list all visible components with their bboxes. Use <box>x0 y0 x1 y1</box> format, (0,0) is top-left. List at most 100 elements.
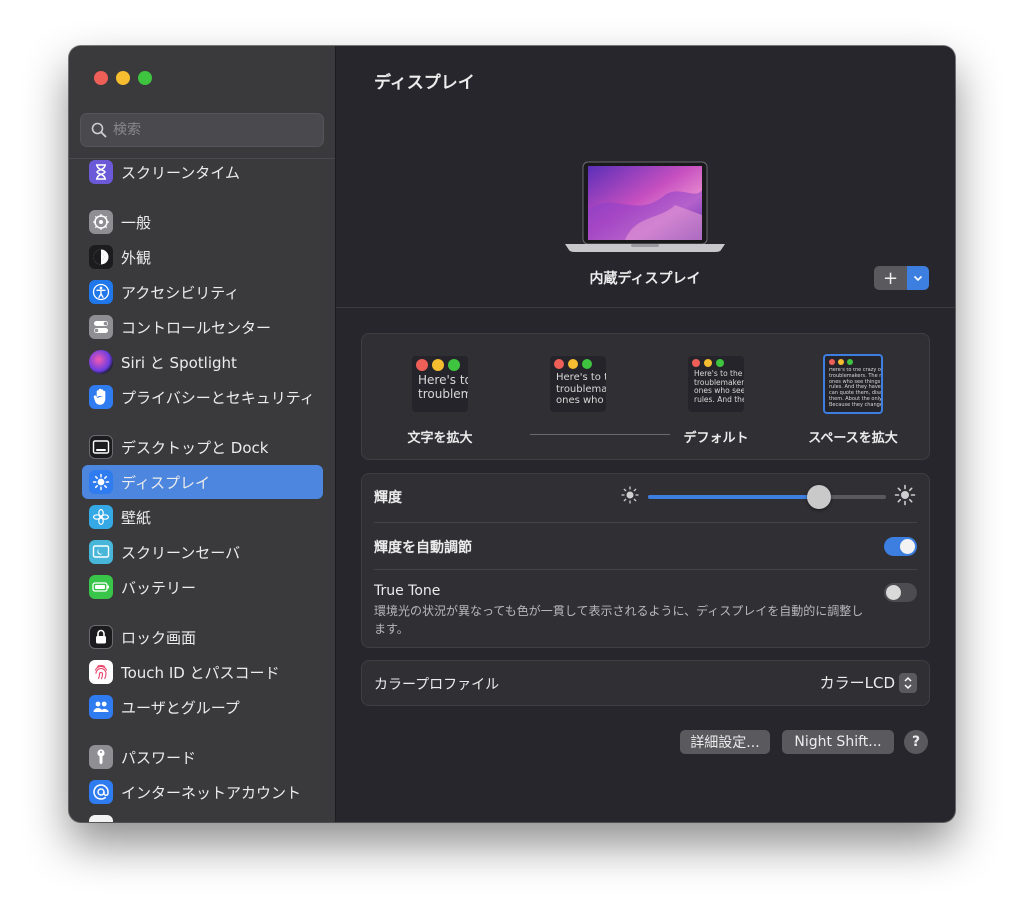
color-profile-label: カラープロファイル <box>374 677 500 693</box>
brightness-slider-fill <box>648 495 820 499</box>
row-divider <box>374 569 917 570</box>
resolution-option-default[interactable]: Here's to the cr troublemakers. ones who… <box>646 334 786 460</box>
hourglass-icon <box>89 160 113 184</box>
sidebar-item-lock-screen[interactable]: ロック画面 <box>82 620 323 654</box>
chevron-down-icon[interactable] <box>907 266 929 290</box>
screensaver-icon <box>89 540 113 564</box>
preview-text: Here's to t troublema ones who <box>556 372 606 406</box>
preview-text: Here's to the crazy one troublemakers. T… <box>829 368 881 408</box>
fingerprint-icon <box>89 660 113 684</box>
sidebar-item-screen-saver[interactable]: スクリーンセーバ <box>82 535 323 569</box>
section-divider <box>336 307 955 308</box>
brightness-slider[interactable] <box>648 485 886 509</box>
sidebar-item-privacy-security[interactable]: プライバシーとセキュリティ <box>82 380 323 414</box>
brightness-slider-thumb[interactable] <box>807 485 832 509</box>
add-display-button[interactable]: + <box>874 266 929 290</box>
search-field[interactable] <box>80 113 324 147</box>
control-center-icon <box>89 315 113 339</box>
main-pane: ディスプレイ 内蔵ディスプレイ + Here's t troublem 文字を拡… <box>336 46 955 822</box>
resolution-option-more-space[interactable]: Here's to the crazy one troublemakers. T… <box>783 334 923 460</box>
sidebar-item-general[interactable]: 一般 <box>82 205 323 239</box>
resolution-preview: Here's to the cr troublemakers. ones who… <box>688 356 744 412</box>
auto-brightness-label: 輝度を自動調節 <box>374 540 472 556</box>
sidebar-item-appearance[interactable]: 外観 <box>82 240 323 274</box>
auto-brightness-toggle[interactable] <box>884 537 917 556</box>
sidebar-item-siri-spotlight[interactable]: Siri と Spotlight <box>82 345 323 379</box>
sidebar-item-label: コントロールセンター <box>121 318 272 337</box>
users-icon <box>89 695 113 719</box>
hand-icon <box>89 385 113 409</box>
sidebar-item-label: ユーザとグループ <box>121 698 240 717</box>
close-button[interactable] <box>94 71 108 85</box>
sidebar-item-label: ロック画面 <box>121 628 197 647</box>
display-name: 内蔵ディスプレイ <box>589 271 701 287</box>
search-input[interactable] <box>113 122 313 138</box>
sidebar-item-label: スクリーンタイム <box>121 163 240 182</box>
advanced-button[interactable]: 詳細設定... <box>680 730 770 754</box>
true-tone-label: True Tone <box>374 583 441 599</box>
sidebar-item-label: インターネットアカウント <box>121 783 302 802</box>
sidebar-item-label: デスクトップと Dock <box>121 438 269 457</box>
sun-large-icon <box>894 484 916 510</box>
resolution-option-2[interactable]: Here's to t troublema ones who <box>508 334 670 460</box>
up-down-chevron-icon <box>899 672 917 693</box>
sidebar-item-touch-id-passcode[interactable]: Touch ID とパスコード <box>82 655 323 689</box>
sidebar-item-battery[interactable]: バッテリー <box>82 570 323 604</box>
laptop-illustration <box>565 160 725 256</box>
sun-small-icon <box>620 485 640 509</box>
resolution-preview: Here's to t troublema ones who <box>550 356 606 412</box>
at-icon <box>89 780 113 804</box>
sidebar-item-label: ディスプレイ <box>121 473 210 492</box>
preview-text: Here's to troublem <box>418 374 468 401</box>
sidebar-item-screen-time[interactable]: スクリーンタイム <box>82 158 323 189</box>
sidebar-item-accessibility[interactable]: アクセシビリティ <box>82 275 323 309</box>
window-controls <box>94 71 152 85</box>
resolution-preview: Here's to the crazy one troublemakers. T… <box>823 354 883 414</box>
sidebar-item-wallpaper[interactable]: 壁紙 <box>82 500 323 534</box>
dock-icon <box>89 435 113 459</box>
flower-icon <box>89 505 113 529</box>
sidebar-item-passwords[interactable]: パスワード <box>82 740 323 774</box>
brightness-panel: 輝度 輝度を自動調節 True Tone 環境光の状況が異なっても色が一貫して表… <box>361 473 930 648</box>
row-divider <box>374 522 917 523</box>
sidebar-item-label: スクリーンセーバ <box>121 543 241 562</box>
sidebar-item-users-groups[interactable]: ユーザとグループ <box>82 690 323 724</box>
true-tone-toggle[interactable] <box>884 583 917 602</box>
page-title: ディスプレイ <box>374 73 475 93</box>
zoom-button[interactable] <box>138 71 152 85</box>
sidebar-item-label: 一般 <box>121 213 152 232</box>
sidebar-item-label: バッテリー <box>121 578 197 597</box>
plus-icon: + <box>882 267 899 289</box>
sidebar-item-control-center[interactable]: コントロールセンター <box>82 310 323 344</box>
siri-icon <box>89 350 113 374</box>
resolution-panel: Here's to troublem 文字を拡大 Here's to t tro… <box>361 333 930 460</box>
sidebar-item-desktop-dock[interactable]: デスクトップと Dock <box>82 430 323 464</box>
sidebar-item-label: プライバシーとセキュリティ <box>121 388 315 407</box>
sidebar-item-internet-accounts[interactable]: インターネットアカウント <box>82 775 323 809</box>
resolution-option-larger-text[interactable]: Here's to troublem 文字を拡大 <box>370 334 510 460</box>
resolution-label: スペースを拡大 <box>808 431 898 446</box>
sidebar-item-label: アクセシビリティ <box>121 283 240 302</box>
sidebar-item-label: 外観 <box>121 248 152 267</box>
night-shift-button[interactable]: Night Shift... <box>782 730 894 754</box>
sidebar: スクリーンタイム 一般 外観 アクセシビリティ <box>69 46 336 822</box>
battery-icon <box>89 575 113 599</box>
sidebar-item-displays[interactable]: ディスプレイ <box>82 465 323 499</box>
brightness-label: 輝度 <box>374 490 402 506</box>
gear-icon <box>89 210 113 234</box>
key-icon <box>89 745 113 769</box>
color-profile-select[interactable]: カラーLCD <box>820 672 917 693</box>
help-button[interactable]: ? <box>904 730 928 754</box>
preview-text: Here's to the cr troublemakers. ones who… <box>694 370 744 404</box>
search-icon <box>89 120 109 140</box>
resolution-label: 文字を拡大 <box>407 431 473 446</box>
minimize-button[interactable] <box>116 71 130 85</box>
color-profile-value: カラーLCD <box>819 674 895 692</box>
app-icon <box>89 815 113 822</box>
sidebar-item-label: Touch ID とパスコード <box>121 663 280 682</box>
system-settings-window: スクリーンタイム 一般 外観 アクセシビリティ <box>69 46 955 822</box>
sidebar-list: スクリーンタイム 一般 外観 アクセシビリティ コントロールセンター Siri … <box>69 158 335 822</box>
sidebar-item-partial[interactable] <box>82 810 323 822</box>
resolution-preview: Here's to troublem <box>412 356 468 412</box>
true-tone-description: 環境光の状況が異なっても色が一貫して表示されるように、ディスプレイを自動的に調整… <box>374 604 864 636</box>
